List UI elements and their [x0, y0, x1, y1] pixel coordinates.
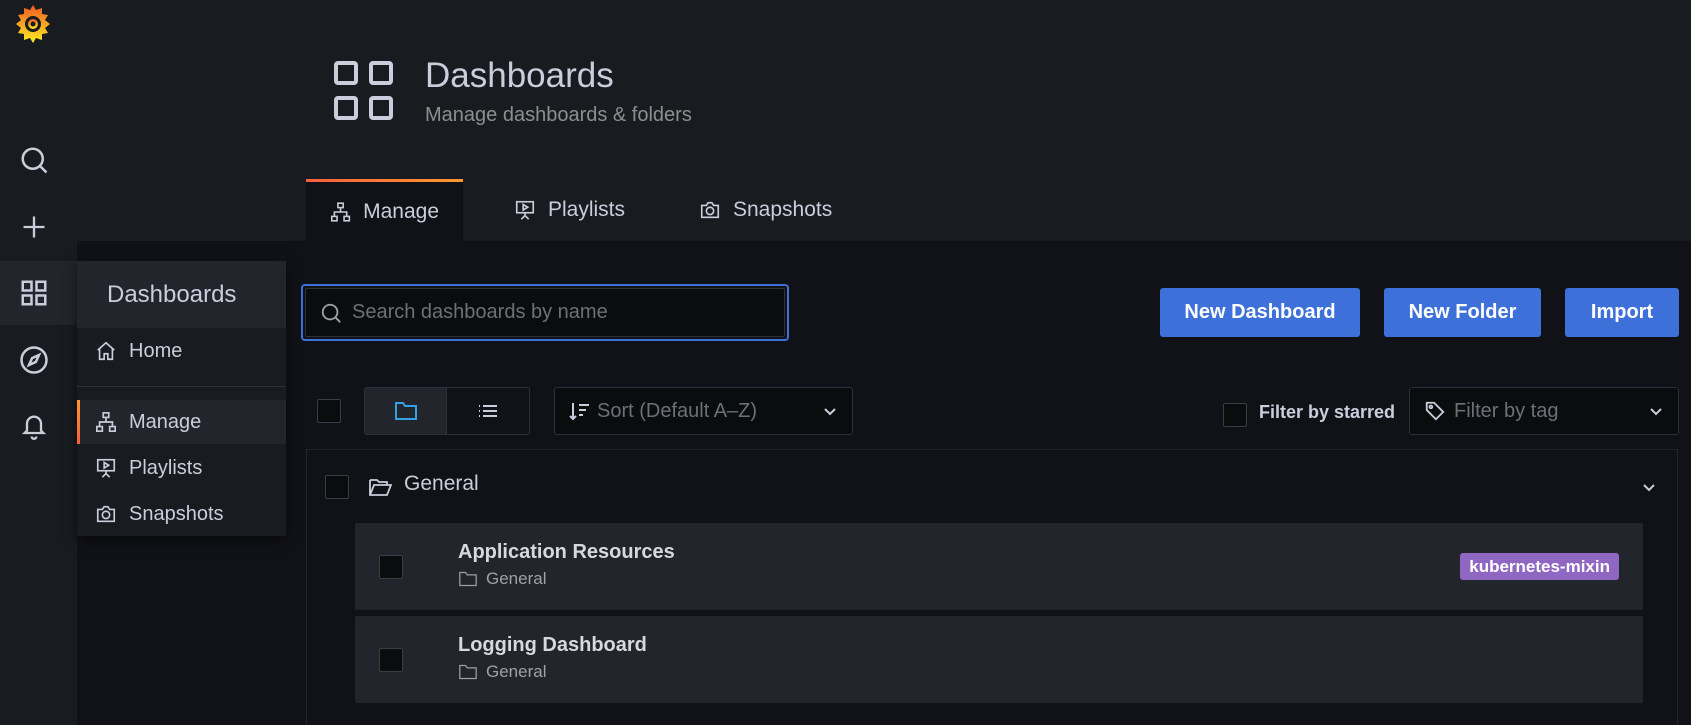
camera-icon — [96, 505, 116, 523]
flyout-item-label: Snapshots — [129, 502, 224, 525]
sort-select-value: Sort (Default A–Z) — [597, 399, 758, 422]
bell-icon[interactable] — [16, 408, 52, 444]
filter-starred-label[interactable]: Filter by starred — [1259, 402, 1395, 423]
select-all-checkbox[interactable] — [317, 399, 341, 423]
presentation-icon — [515, 200, 535, 220]
folder-view-button[interactable] — [365, 388, 447, 434]
tag-badge[interactable]: kubernetes-mixin — [1460, 553, 1619, 580]
item-checkbox[interactable] — [379, 555, 403, 579]
new-dashboard-button[interactable]: New Dashboard — [1160, 288, 1360, 337]
tab-playlists[interactable]: Playlists — [490, 179, 649, 241]
dashboards-icon[interactable] — [16, 275, 52, 311]
flyout-item-playlists[interactable]: Playlists — [77, 446, 286, 490]
sitemap-icon — [330, 201, 351, 222]
sitemap-icon — [96, 412, 116, 432]
search-box — [301, 284, 789, 341]
folder-name[interactable]: General — [404, 472, 479, 496]
folder-checkbox[interactable] — [325, 475, 349, 499]
search-icon[interactable] — [16, 142, 52, 178]
flyout-item-label: Playlists — [129, 456, 203, 479]
view-toggle — [364, 387, 530, 435]
flyout-item-label: Manage — [129, 410, 202, 433]
chevron-down-icon[interactable] — [1641, 481, 1657, 495]
flyout-title[interactable]: Dashboards — [77, 261, 286, 328]
folder-icon — [459, 664, 477, 680]
list-item[interactable]: Application Resources General kubernetes… — [355, 523, 1643, 610]
flyout-divider — [77, 386, 286, 387]
filter-by-tag-placeholder: Filter by tag — [1454, 399, 1559, 422]
dashboard-list: General Application Resources General ku… — [306, 449, 1678, 725]
compass-icon[interactable] — [16, 342, 52, 378]
flyout-item-snapshots[interactable]: Snapshots — [77, 492, 286, 536]
folder-icon — [459, 571, 477, 587]
sort-select[interactable]: Sort (Default A–Z) — [554, 387, 853, 435]
search-field — [305, 288, 785, 337]
page-subtitle: Manage dashboards & folders — [425, 104, 692, 126]
tab-label: Snapshots — [733, 198, 833, 221]
dashboard-folder: General — [458, 662, 546, 682]
filter-starred-checkbox[interactable] — [1223, 403, 1247, 427]
sort-icon — [569, 403, 589, 421]
dashboard-title[interactable]: Application Resources — [458, 541, 675, 564]
import-button[interactable]: Import — [1565, 288, 1679, 337]
folder-open-icon — [369, 479, 392, 496]
search-icon — [321, 303, 341, 323]
flyout-item-manage[interactable]: Manage — [77, 400, 286, 444]
home-icon — [97, 341, 115, 361]
dashboard-folder-name: General — [486, 662, 547, 681]
grafana-logo-icon[interactable] — [13, 3, 53, 45]
flyout-item-label: Home — [129, 339, 183, 362]
dashboards-flyout-menu: Dashboards Home Manage Playlists Snapsho… — [77, 261, 286, 536]
chevron-down-icon — [824, 408, 836, 416]
tab-label: Manage — [363, 199, 439, 223]
list-item[interactable]: Logging Dashboard General — [355, 616, 1643, 703]
list-view-button[interactable] — [447, 388, 529, 434]
dashboard-folder-name: General — [486, 569, 547, 588]
dashboards-icon — [333, 60, 395, 127]
tab-label: Playlists — [548, 198, 626, 221]
dashboard-folder: General — [458, 569, 546, 589]
new-folder-button[interactable]: New Folder — [1384, 288, 1541, 337]
item-checkbox[interactable] — [379, 648, 403, 672]
chevron-down-icon — [1650, 408, 1662, 416]
list-icon — [479, 405, 497, 417]
folder-icon — [394, 402, 417, 420]
side-menu — [0, 0, 77, 725]
flyout-item-home[interactable]: Home — [77, 329, 286, 373]
dashboard-title[interactable]: Logging Dashboard — [458, 634, 647, 657]
plus-icon[interactable] — [16, 209, 52, 245]
tab-manage[interactable]: Manage — [306, 179, 463, 241]
search-input[interactable] — [352, 301, 732, 324]
camera-icon — [700, 201, 720, 219]
page-title: Dashboards — [425, 56, 614, 95]
filter-by-tag-select[interactable]: Filter by tag — [1409, 387, 1679, 435]
presentation-icon — [96, 458, 116, 478]
tag-icon — [1425, 401, 1445, 421]
tab-snapshots[interactable]: Snapshots — [675, 179, 856, 241]
